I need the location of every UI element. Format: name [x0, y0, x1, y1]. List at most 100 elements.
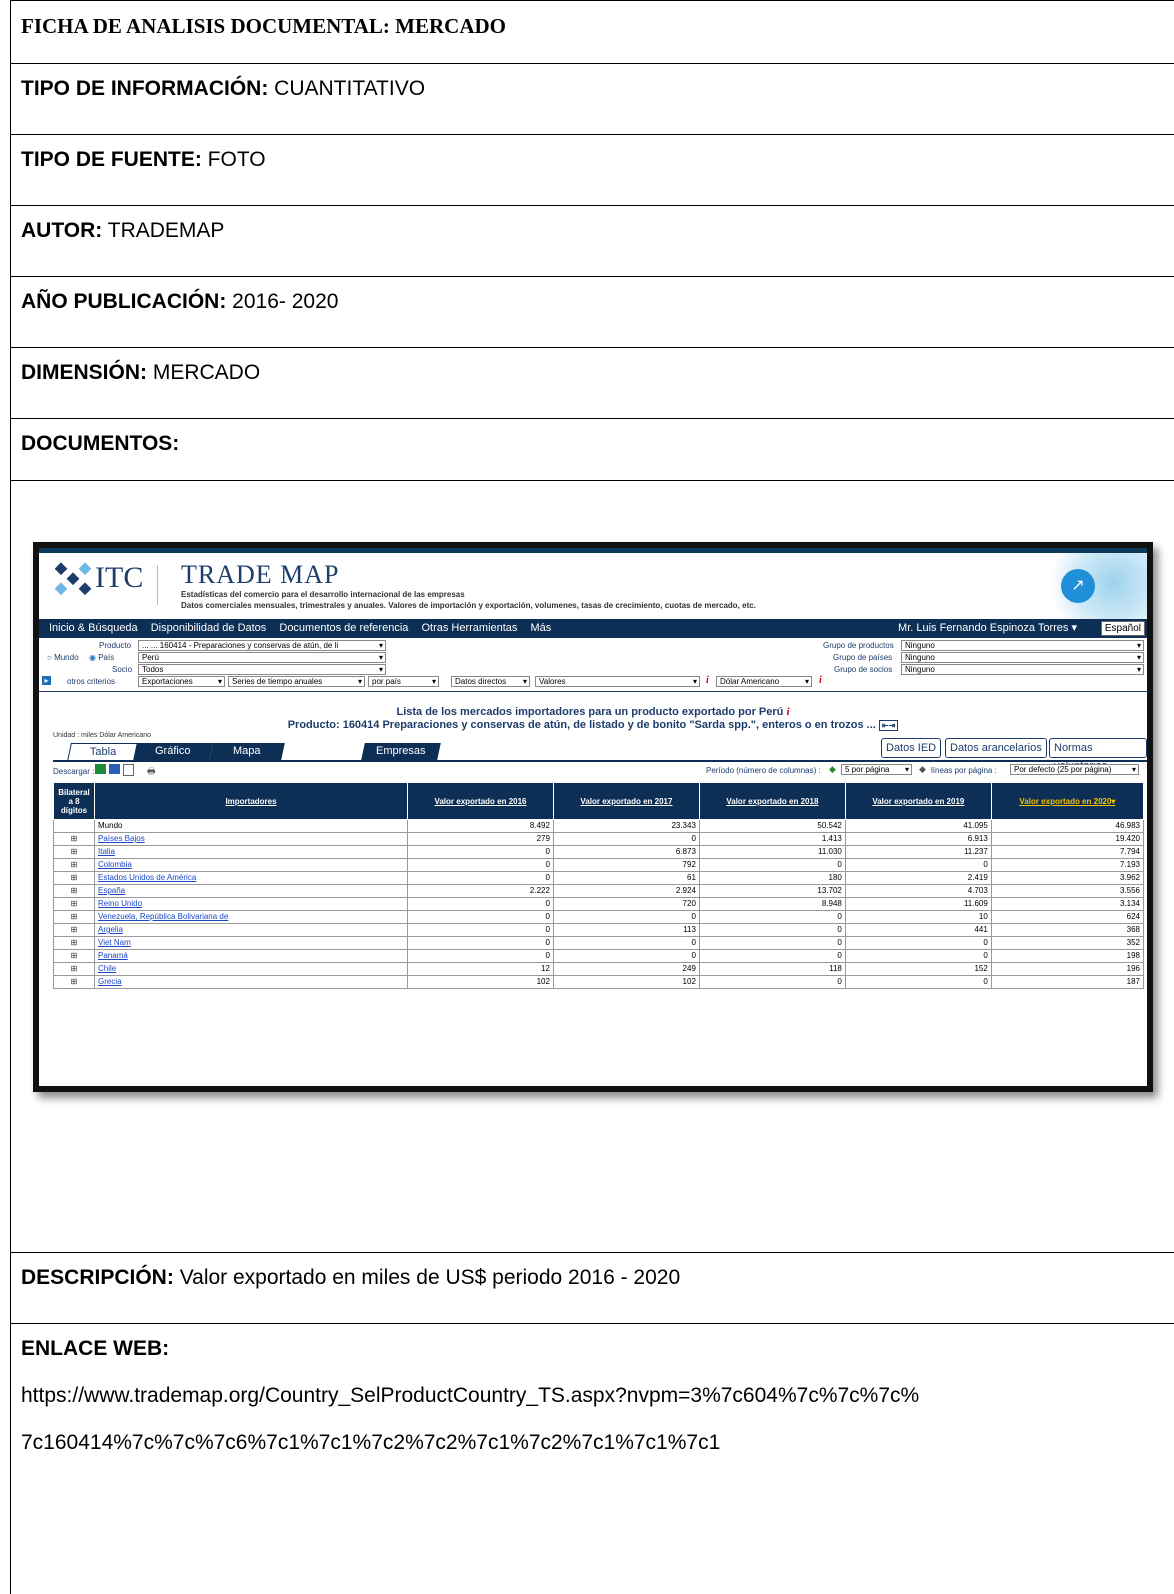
importer-link[interactable]: Grecia	[98, 977, 122, 986]
itc-logo-text: ITC	[95, 561, 144, 594]
importer-name[interactable]: Colombia	[94, 858, 408, 872]
importer-link[interactable]: Argelia	[98, 925, 123, 934]
expand-criteria-icon[interactable]: ▸	[42, 676, 51, 685]
itc-logo[interactable]: ITC	[55, 561, 143, 598]
col-2020[interactable]: Valor exportado en 2020▾	[990, 782, 1145, 820]
arrow-right-icon[interactable]: ◆	[919, 764, 926, 775]
importer-name[interactable]: Argelia	[94, 923, 408, 937]
value-cell: 113	[552, 923, 700, 937]
expand-row-icon[interactable]: ⊞	[53, 910, 95, 924]
importer-link[interactable]: Estados Unidos de América	[98, 873, 196, 882]
heading-info-icon[interactable]: i	[786, 706, 789, 718]
tab-grafico[interactable]: Gráfico	[133, 743, 213, 760]
importer-name[interactable]: Viet Nam	[94, 936, 408, 950]
periodo-select[interactable]: 5 por página	[841, 764, 912, 775]
word-icon[interactable]	[109, 764, 120, 774]
tab-tabla[interactable]: Tabla	[67, 743, 139, 761]
grupo-paises-select[interactable]: Ninguno	[901, 652, 1144, 663]
valores-select[interactable]: Valores	[535, 676, 700, 687]
lineas-select[interactable]: Por defecto (25 por página)	[1010, 764, 1139, 775]
socio-select[interactable]: Todos	[138, 664, 386, 675]
expand-row-icon[interactable]: ⊞	[53, 871, 95, 885]
value-cell: 0	[552, 949, 700, 963]
enlace-url-line-1[interactable]: https://www.trademap.org/Country_SelProd…	[21, 1384, 1174, 1408]
datos-directos-select[interactable]: Datos directos	[451, 676, 530, 687]
expand-row-icon[interactable]: ⊞	[53, 858, 95, 872]
col-2019[interactable]: Valor exportado en 2019	[844, 782, 992, 820]
normas-voluntarias-button[interactable]: Normas voluntarias	[1049, 738, 1147, 772]
mundo-radio-label[interactable]: ○ Mundo	[47, 653, 79, 662]
text-file-icon[interactable]	[123, 764, 134, 776]
col-2018[interactable]: Valor exportado en 2018	[698, 782, 846, 820]
anio-label: AÑO PUBLICACIÓN:	[21, 290, 227, 313]
nav-mas[interactable]: Más	[531, 622, 552, 634]
exportaciones-select[interactable]: Exportaciones	[138, 676, 225, 687]
expand-row-icon[interactable]: ⊞	[53, 975, 95, 989]
value-cell: 3.556	[990, 884, 1145, 898]
importer-link[interactable]: España	[98, 886, 125, 895]
expand-row-icon[interactable]: ⊞	[53, 845, 95, 859]
importer-name[interactable]: Reino Unido	[94, 897, 408, 911]
pais-select[interactable]: Perú	[138, 652, 386, 663]
expand-row-icon[interactable]: ⊞	[53, 923, 95, 937]
print-icon[interactable]: 🖶	[147, 764, 156, 780]
importer-name[interactable]: Grecia	[94, 975, 408, 989]
value-cell: 0	[407, 923, 554, 937]
grupo-socios-select[interactable]: Ninguno	[901, 664, 1144, 675]
tab-mapa[interactable]: Mapa	[209, 743, 285, 760]
info-icon[interactable]: i	[706, 675, 709, 686]
nav-documentos[interactable]: Documentos de referencia	[279, 622, 408, 634]
nav-herramientas[interactable]: Otras Herramientas	[421, 622, 517, 634]
trademap-title[interactable]: TRADE MAP	[181, 560, 340, 590]
expand-row-icon[interactable]: ⊞	[53, 897, 95, 911]
tipo-informacion-label: TIPO DE INFORMACIÓN:	[21, 77, 269, 100]
info-icon-2[interactable]: i	[819, 675, 822, 686]
importer-link[interactable]: Colombia	[98, 860, 132, 869]
expand-row-icon[interactable]: ⊞	[53, 962, 95, 976]
mundo-label: Mundo	[54, 653, 79, 662]
expand-row-icon[interactable]: ⊞	[53, 949, 95, 963]
tab-empresas[interactable]: Empresas	[361, 743, 441, 760]
arrow-left-icon[interactable]: ◆	[829, 764, 836, 775]
grupo-productos-select[interactable]: Ninguno	[901, 640, 1144, 651]
table-row: ⊞ Argelia 0 113 0 441 368	[53, 923, 1145, 937]
value-cell: 180	[698, 871, 846, 885]
pais-radio-label[interactable]: ◉ País	[89, 653, 114, 662]
producto-select[interactable]: ... ... 160414 - Preparaciones y conserv…	[138, 640, 386, 651]
datos-arancelarios-button[interactable]: Datos arancelarios	[945, 738, 1047, 758]
col-2016[interactable]: Valor exportado en 2016	[407, 782, 554, 820]
chart-growth-icon[interactable]: ↗	[1061, 569, 1095, 603]
importer-link[interactable]: Chile	[98, 964, 116, 973]
importer-link[interactable]: Venezuela, República Bolivariana de	[98, 912, 228, 921]
col-importadores[interactable]: Importadores	[94, 782, 408, 820]
series-select[interactable]: Series de tiempo anuales	[228, 676, 365, 687]
expand-product-icon[interactable]: ⇤⇥	[878, 720, 899, 731]
importer-name[interactable]: España	[94, 884, 408, 898]
value-cell: 6.913	[844, 832, 992, 846]
moneda-select[interactable]: Dólar Americano	[716, 676, 812, 687]
expand-row-icon[interactable]: ⊞	[53, 884, 95, 898]
por-pais-select[interactable]: por país	[368, 676, 439, 687]
importer-name[interactable]: Venezuela, República Bolivariana de	[94, 910, 408, 924]
importer-name[interactable]: Chile	[94, 962, 408, 976]
nav-disponibilidad[interactable]: Disponibilidad de Datos	[151, 622, 267, 634]
excel-icon[interactable]	[95, 764, 106, 774]
importer-link[interactable]: Panamá	[98, 951, 128, 960]
importer-link[interactable]: Reino Unido	[98, 899, 142, 908]
importer-name[interactable]: Estados Unidos de América	[94, 871, 408, 885]
language-select[interactable]: Español	[1100, 621, 1145, 636]
enlace-url-line-2[interactable]: 7c160414%7c%7c%7c6%7c1%7c1%7c2%7c2%7c1%7…	[21, 1431, 1174, 1455]
importer-name[interactable]: Países Bajos	[94, 832, 408, 846]
importer-name[interactable]: Italia	[94, 845, 408, 859]
datos-ied-button[interactable]: Datos IED	[881, 738, 942, 758]
importer-link[interactable]: Países Bajos	[98, 834, 145, 843]
col-2017[interactable]: Valor exportado en 2017	[552, 782, 700, 820]
importer-name[interactable]: Panamá	[94, 949, 408, 963]
table-row: ⊞ Estados Unidos de América 0 61 180 2.419 3.9…	[53, 871, 1145, 885]
user-menu[interactable]: Mr. Luis Fernando Espinoza Torres ▾	[898, 619, 1077, 638]
importer-link[interactable]: Italia	[98, 847, 115, 856]
importer-link[interactable]: Viet Nam	[98, 938, 131, 947]
expand-row-icon[interactable]: ⊞	[53, 936, 95, 950]
expand-row-icon[interactable]: ⊞	[53, 832, 95, 846]
nav-inicio[interactable]: Inicio & Búsqueda	[49, 622, 138, 634]
